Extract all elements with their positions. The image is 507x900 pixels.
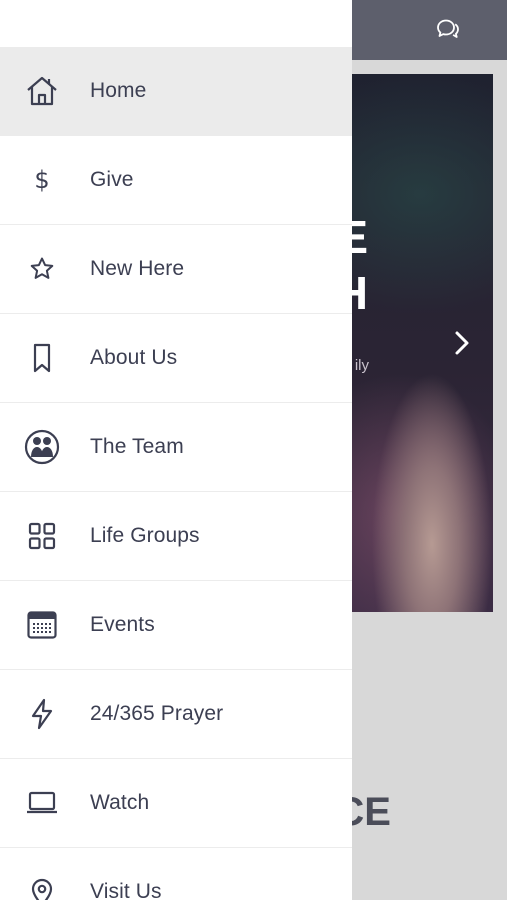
chevron-right-icon[interactable] — [450, 328, 474, 358]
menu-item-label: The Team — [90, 435, 184, 458]
location-pin-icon — [0, 848, 90, 900]
home-icon — [0, 47, 90, 136]
menu-item-label: Give — [90, 168, 134, 191]
menu-item-the-team[interactable]: The Team — [0, 403, 352, 492]
menu-item-events[interactable]: Events — [0, 581, 352, 670]
menu-item-watch[interactable]: Watch — [0, 759, 352, 848]
menu-item-new-here[interactable]: New Here — [0, 225, 352, 314]
menu-item-label: Watch — [90, 791, 150, 814]
bolt-icon — [0, 670, 90, 759]
bookmark-icon — [0, 314, 90, 403]
chat-bubbles-icon — [437, 19, 459, 38]
menu-item-label: About Us — [90, 346, 178, 369]
menu-item-label: Events — [90, 613, 155, 636]
menu-item-about-us[interactable]: About Us — [0, 314, 352, 403]
navigation-drawer: Home $ Give New Here About Us The Team L… — [0, 0, 352, 900]
menu-item-label: Life Groups — [90, 524, 200, 547]
team-icon — [0, 403, 90, 492]
calendar-icon — [0, 581, 90, 670]
drawer-top-spacer — [0, 0, 352, 47]
star-icon — [0, 225, 90, 314]
menu-item-prayer[interactable]: 24/365 Prayer — [0, 670, 352, 759]
menu-item-label: Home — [90, 79, 147, 102]
menu-item-home[interactable]: Home — [0, 47, 352, 136]
grid-icon — [0, 492, 90, 581]
menu-item-label: Visit Us — [90, 880, 162, 900]
menu-item-life-groups[interactable]: Life Groups — [0, 492, 352, 581]
menu-item-visit-us[interactable]: Visit Us — [0, 848, 352, 900]
menu-item-label: New Here — [90, 257, 185, 280]
laptop-icon — [0, 759, 90, 848]
dollar-icon: $ — [34, 166, 50, 194]
chat-button[interactable] — [432, 14, 464, 44]
hero-subtitle: ily — [354, 357, 369, 374]
menu-item-label: 24/365 Prayer — [90, 702, 224, 725]
menu-item-give[interactable]: $ Give — [0, 136, 352, 225]
